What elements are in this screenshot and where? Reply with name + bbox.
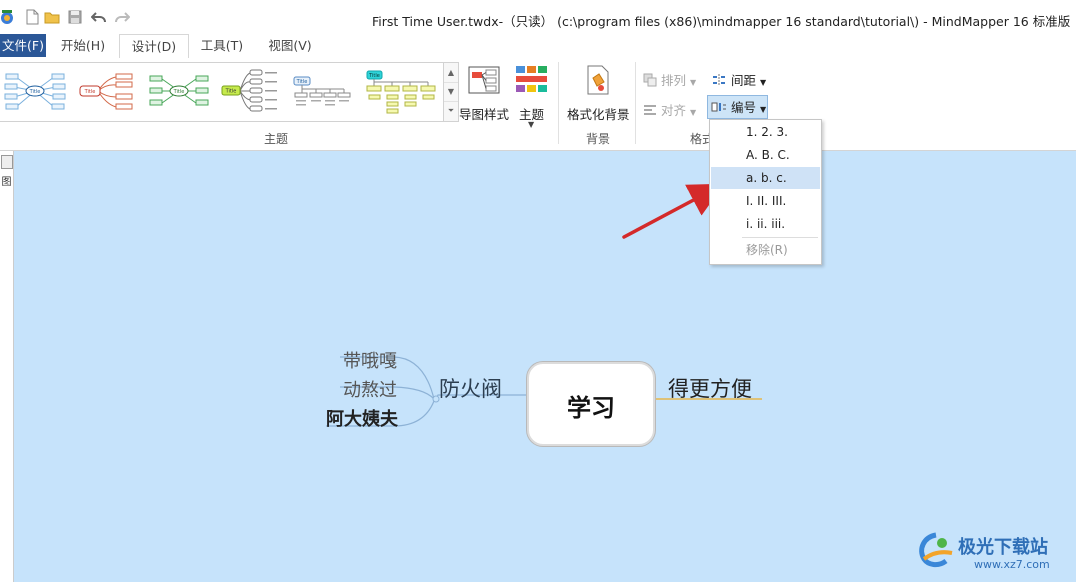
theme-thumbnail[interactable]: Title [76, 69, 136, 113]
theme-thumbnail[interactable]: Title [292, 69, 354, 113]
theme-thumbnail-title: Title [173, 89, 185, 95]
tab-view[interactable]: 视图(V) [258, 34, 322, 57]
side-panel-label: 图 [1, 177, 12, 188]
map-style-button[interactable]: 导图样式 [459, 62, 511, 128]
side-panel-strip: 图 [0, 151, 14, 582]
gallery-scroll-down-icon[interactable]: ▼ [444, 82, 458, 102]
background-group-label: 背景 [585, 132, 610, 146]
theme-icon [516, 66, 547, 92]
watermark-logo-icon [919, 532, 953, 568]
arrange-dropdown-icon: ▼ [689, 78, 697, 87]
tab-file[interactable]: 文件(F) [0, 34, 46, 57]
align-button[interactable]: 对齐 ▼ [643, 100, 696, 119]
numbering-label: 编号 [730, 100, 756, 115]
gallery-expand-icon[interactable]: ⏷ [444, 101, 458, 120]
menu-item-lowercase-letters[interactable]: a. b. c. [711, 167, 820, 189]
theme-thumbnail-title: Title [84, 89, 96, 95]
numbering-button[interactable]: 编号 ▼ [707, 95, 768, 119]
format-background-button[interactable]: 格式化背景 [565, 62, 631, 128]
spacing-label: 间距 [730, 73, 756, 88]
menu-divider [742, 237, 818, 238]
menu-item-numbers[interactable]: 1. 2. 3. [711, 121, 820, 143]
open-folder-icon[interactable] [44, 9, 60, 25]
group-separator [635, 62, 636, 144]
theme-thumbnail[interactable]: Title [220, 69, 282, 113]
redo-icon[interactable] [114, 9, 130, 25]
map-theme-gallery: Title Title Title Title Title Title [0, 62, 444, 122]
watermark-name: 极光下载站 [958, 537, 1048, 558]
window-title: First Time User.twdx-（只读） (c:\program fi… [372, 14, 1071, 29]
format-background-label: 格式化背景 [567, 107, 630, 122]
numbering-icon [711, 102, 726, 112]
theme-dropdown-icon: ▼ [528, 120, 535, 129]
app-logo-icon [1, 10, 13, 24]
theme-button[interactable]: 主题 ▼ [515, 62, 549, 134]
watermark-url: www.xz7.com [974, 558, 1050, 571]
ribbon-tab-bar: 文件(F) 开始(H) 设计(D) 工具(T) 视图(V) [0, 34, 1076, 60]
watermark: 极光下载站 www.xz7.com [916, 531, 1076, 579]
arrange-label: 排列 [660, 73, 686, 88]
theme-thumbnail[interactable]: Title [148, 69, 210, 113]
title-bar: First Time User.twdx-（只读） (c:\program fi… [0, 0, 1076, 34]
align-icon [644, 105, 656, 115]
map-style-label: 导图样式 [459, 107, 510, 122]
format-background-icon [587, 65, 609, 95]
annotation-arrow [622, 183, 725, 239]
undo-icon[interactable] [91, 9, 107, 25]
gallery-scroll: ▲ ▼ ⏷ [443, 62, 459, 122]
group-separator [558, 62, 559, 144]
theme-thumbnail[interactable]: Title [364, 69, 436, 119]
menu-item-remove[interactable]: 移除(R) [711, 239, 820, 261]
new-file-icon[interactable] [24, 9, 40, 25]
arrange-button[interactable]: 排列 ▼ [643, 70, 696, 89]
gallery-scroll-up-icon[interactable]: ▲ [444, 63, 458, 83]
tab-tools[interactable]: 工具(T) [191, 34, 253, 57]
theme-thumbnail[interactable]: Title [4, 69, 66, 113]
mindmap-canvas[interactable]: 学习 得更方便 防火阀 带哦嘎 动熬过 阿大姨夫 极光下载站 www.xz7.c… [14, 151, 1076, 582]
align-dropdown-icon: ▼ [689, 108, 697, 117]
numbering-dropdown-icon: ▼ [759, 105, 767, 114]
menu-item-uppercase-roman[interactable]: I. II. III. [711, 190, 820, 212]
numbering-menu: 1. 2. 3. A. B. C. a. b. c. I. II. III. i… [709, 119, 822, 265]
menu-item-uppercase-letters[interactable]: A. B. C. [711, 144, 820, 166]
spacing-dropdown-icon: ▼ [759, 78, 767, 87]
map-style-icon [468, 66, 500, 94]
theme-group-label: 主题 [263, 132, 288, 146]
arrange-icon [643, 73, 657, 87]
theme-thumbnail-title: Title [225, 89, 237, 95]
tab-home[interactable]: 开始(H) [51, 34, 115, 57]
side-panel-tab-icon[interactable] [1, 155, 13, 169]
theme-thumbnail-title: Title [296, 79, 308, 85]
spacing-icon [713, 74, 725, 86]
theme-thumbnail-title: Title [368, 73, 380, 79]
spacing-button[interactable]: 间距 ▼ [711, 70, 766, 89]
theme-thumbnail-title: Title [29, 89, 41, 95]
menu-item-lowercase-roman[interactable]: i. ii. iii. [711, 213, 820, 235]
align-label: 对齐 [660, 103, 686, 118]
save-icon[interactable] [67, 9, 83, 25]
tab-design[interactable]: 设计(D) [119, 34, 189, 60]
ribbon: Title Title Title Title Title Title ▲ ▼ … [0, 58, 1076, 151]
